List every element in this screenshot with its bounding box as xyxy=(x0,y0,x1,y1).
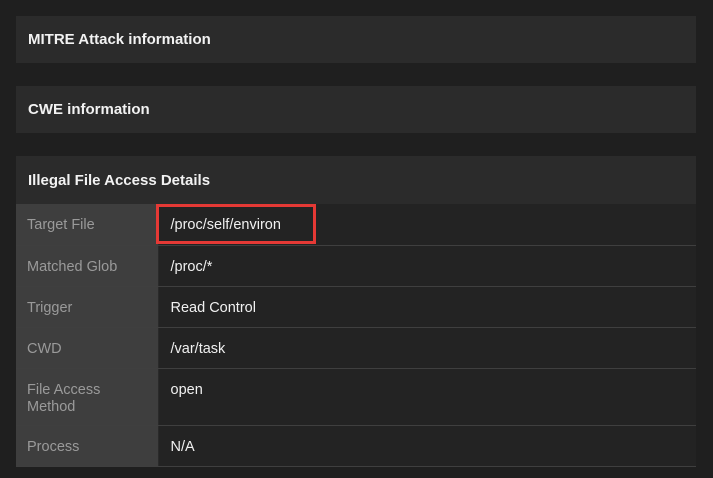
detail-key-text: Process xyxy=(27,438,80,455)
page: MITRE Attack information CWE information… xyxy=(0,0,713,478)
detail-key: Target File xyxy=(16,204,159,246)
detail-value-text: /proc/self/environ xyxy=(170,217,281,233)
cwe-section-header[interactable]: CWE information xyxy=(16,86,696,133)
detail-key: Matched Glob xyxy=(16,245,159,287)
table-row: Process N/A xyxy=(16,425,696,467)
detail-value-text: Read Control xyxy=(170,299,256,316)
mitre-attack-section-title: MITRE Attack information xyxy=(28,31,211,48)
detail-value: /var/task xyxy=(158,327,696,369)
table-row: CWD /var/task xyxy=(16,327,696,369)
mitre-attack-section-header[interactable]: MITRE Attack information xyxy=(16,16,696,63)
detail-value: Read Control xyxy=(158,286,696,328)
detail-key: File Access Method xyxy=(16,368,159,426)
illegal-file-access-details-table: Target File /proc/self/environ Matched G… xyxy=(16,204,696,467)
detail-key-text: CWD xyxy=(27,340,62,357)
detail-key: CWD xyxy=(16,327,159,369)
cwe-section-title: CWE information xyxy=(28,101,150,118)
table-row: Trigger Read Control xyxy=(16,286,696,328)
detail-value-text: open xyxy=(170,381,203,398)
illegal-file-access-section-title: Illegal File Access Details xyxy=(28,171,211,189)
illegal-file-access-section-header[interactable]: Illegal File Access Details xyxy=(16,156,696,204)
detail-key-text: Target File xyxy=(27,217,95,233)
detail-key: Trigger xyxy=(16,286,159,328)
table-row: Matched Glob /proc/* xyxy=(16,245,696,287)
detail-value-text: /var/task xyxy=(170,340,226,357)
table-row: File Access Method open xyxy=(16,368,696,426)
detail-value-text: /proc/* xyxy=(170,258,213,275)
detail-value: N/A xyxy=(158,425,696,467)
detail-key-text: Matched Glob xyxy=(27,258,118,275)
detail-key-text: File Access Method xyxy=(27,381,101,415)
detail-value: /proc/self/environ xyxy=(158,204,696,246)
detail-value: open xyxy=(158,368,696,426)
table-row: Target File /proc/self/environ xyxy=(16,204,696,246)
detail-key: Process xyxy=(16,425,159,467)
detail-value: /proc/* xyxy=(158,245,696,287)
detail-key-text: Trigger xyxy=(27,299,73,316)
detail-value-text: N/A xyxy=(170,438,195,455)
